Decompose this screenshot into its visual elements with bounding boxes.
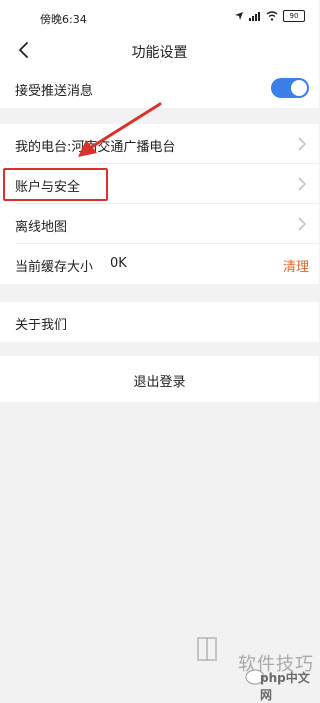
push-toggle[interactable] <box>271 78 309 98</box>
signal-icon <box>249 12 260 21</box>
setting-row-station[interactable]: 我的电台:河南交通广播电台 <box>0 124 319 164</box>
station-label: 我的电台:河南交通广播电台 <box>15 140 176 155</box>
push-label: 接受推送消息 <box>15 84 94 99</box>
page-title: 功能设置 <box>131 45 188 61</box>
location-icon <box>235 12 243 20</box>
about-label: 关于我们 <box>15 318 68 333</box>
chevron-right-icon <box>298 177 306 191</box>
setting-row-cache: 当前缓存大小 0K 清理 <box>0 244 319 284</box>
chevron-right-icon <box>298 217 306 231</box>
setting-row-offline-map[interactable]: 离线地图 <box>0 204 319 244</box>
chevron-right-icon <box>298 137 306 151</box>
battery-icon: 90 <box>283 10 305 22</box>
offline-map-label: 离线地图 <box>15 220 68 235</box>
nav-bar: 功能设置 <box>0 34 319 68</box>
wifi-icon <box>266 11 278 21</box>
toggle-knob <box>291 80 307 96</box>
status-icons: 90 <box>234 10 305 22</box>
php-site-label: php中文网 <box>260 671 310 702</box>
cache-label: 当前缓存大小 <box>15 260 94 275</box>
cache-size-value: 0K <box>110 256 127 271</box>
logout-button[interactable]: 退出登录 <box>0 356 319 402</box>
setting-row-about[interactable]: 关于我们 <box>0 302 319 342</box>
clear-cache-button[interactable]: 清理 <box>283 256 309 275</box>
status-time: 傍晚6:34 <box>40 13 87 26</box>
status-bar: 傍晚6:34 90 <box>0 0 319 34</box>
setting-row-push: 接受推送消息 <box>0 68 319 108</box>
annotation-highlight-box <box>3 168 108 201</box>
logout-label: 退出登录 <box>133 375 186 390</box>
